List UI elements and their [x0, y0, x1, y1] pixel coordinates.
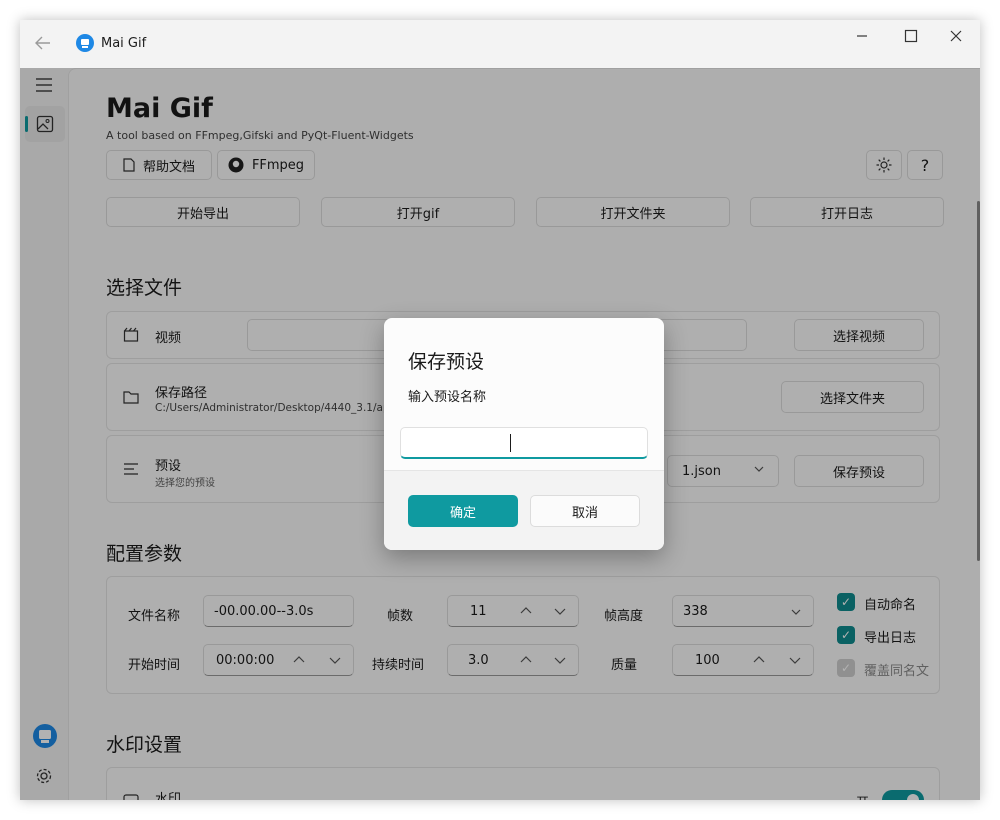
title-bar: Mai Gif	[20, 20, 980, 68]
maximize-icon[interactable]	[904, 29, 918, 43]
dialog-prompt: 输入预设名称	[408, 390, 487, 405]
cancel-button[interactable]: 取消	[530, 495, 640, 527]
dialog-title: 保存预设	[408, 351, 485, 373]
back-arrow-icon[interactable]	[34, 35, 52, 51]
close-icon[interactable]	[949, 29, 963, 43]
minimize-icon[interactable]	[855, 29, 869, 43]
text-cursor	[510, 434, 511, 452]
window-title: Mai Gif	[101, 36, 147, 51]
app-logo-icon	[76, 34, 94, 52]
confirm-button[interactable]: 确定	[408, 495, 518, 527]
preset-name-input[interactable]	[400, 427, 648, 459]
save-preset-dialog: 保存预设 输入预设名称 确定 取消	[384, 318, 664, 550]
dialog-footer: 确定 取消	[384, 470, 664, 550]
